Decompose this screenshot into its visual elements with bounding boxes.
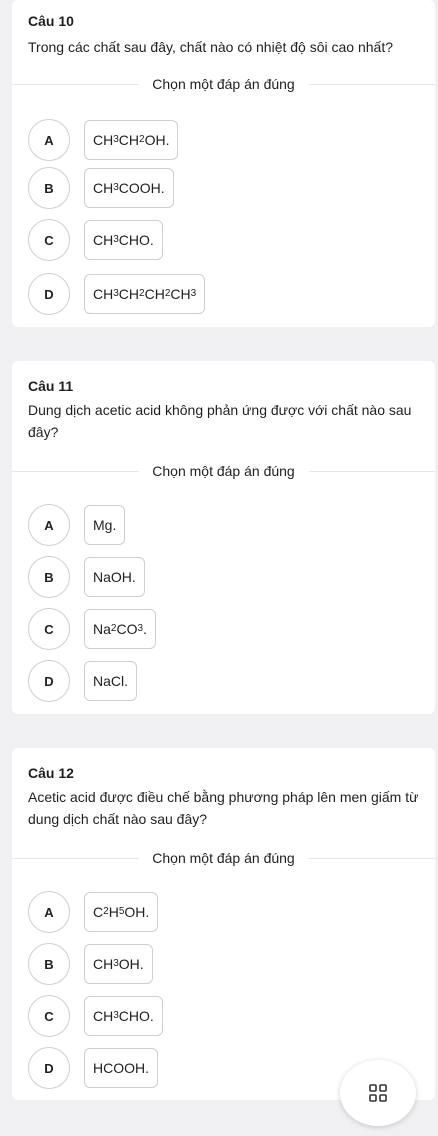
question-grid-button[interactable] <box>340 1060 416 1126</box>
option-d[interactable]: D CH 3 CH 2 CH 2 CH 3 <box>28 272 206 316</box>
option-d[interactable]: D HCOOH. <box>28 1046 158 1090</box>
choose-answer-label: Chọn một đáp án đúng <box>138 463 309 479</box>
option-a[interactable]: A CH 3 CH 2 OH. <box>28 118 179 162</box>
option-letter: B <box>28 943 70 985</box>
answer-box: C 2 H 5 OH. <box>84 892 159 932</box>
option-letter: D <box>28 1047 70 1089</box>
question-card-12: Câu 12 Acetic acid được điều chế bằng ph… <box>12 748 435 1100</box>
option-letter: A <box>28 504 70 546</box>
option-letter: C <box>28 219 70 261</box>
option-letter: D <box>28 660 70 702</box>
question-text: Dung dịch acetic acid không phản ứng đượ… <box>28 402 412 440</box>
option-a[interactable]: A Mg. <box>28 503 126 547</box>
option-letter: A <box>28 891 70 933</box>
grid-icon <box>369 1084 387 1102</box>
option-d[interactable]: D NaCl. <box>28 659 138 703</box>
option-c[interactable]: C CH 3 CHO. <box>28 994 163 1038</box>
answer-box: CH 3 COOH. <box>84 168 174 208</box>
option-b[interactable]: B NaOH. <box>28 555 145 599</box>
option-b[interactable]: B CH 3 COOH. <box>28 166 174 210</box>
answer-box: CH 3 CH 2 OH. <box>84 120 179 160</box>
question-card-11: Câu 11 Dung dịch acetic acid không phản … <box>12 361 435 714</box>
answer-box: CH 3 CHO. <box>84 220 163 260</box>
answer-box: HCOOH. <box>84 1048 158 1088</box>
answer-box: Na 2 CO 3. <box>84 609 156 649</box>
question-text: Trong các chất sau đây, chất nào có nhiệ… <box>28 39 394 55</box>
answer-box: Mg. <box>84 505 126 545</box>
option-letter: B <box>28 167 70 209</box>
choose-answer-label: Chọn một đáp án đúng <box>138 850 309 866</box>
option-letter: B <box>28 556 70 598</box>
answer-box: CH 3 CH 2 CH 2 CH 3 <box>84 274 206 314</box>
option-letter: D <box>28 273 70 315</box>
answer-box: NaOH. <box>84 557 145 597</box>
option-letter: A <box>28 119 70 161</box>
question-title: Câu 12 <box>28 765 74 781</box>
option-c[interactable]: C Na 2 CO 3. <box>28 607 156 651</box>
option-letter: C <box>28 995 70 1037</box>
question-title: Câu 11 <box>28 378 74 394</box>
question-card-10: Câu 10 Trong các chất sau đây, chất nào … <box>12 0 435 327</box>
option-letter: C <box>28 608 70 650</box>
option-c[interactable]: C CH 3 CHO. <box>28 218 163 262</box>
answer-box: CH 3 CHO. <box>84 996 163 1036</box>
question-text: Acetic acid được điều chế bằng phương ph… <box>28 789 419 827</box>
answer-box: NaCl. <box>84 661 138 701</box>
option-a[interactable]: A C 2 H 5 OH. <box>28 890 159 934</box>
answer-box: CH 3 OH. <box>84 944 153 984</box>
option-b[interactable]: B CH 3 OH. <box>28 942 153 986</box>
choose-answer-label: Chọn một đáp án đúng <box>138 76 309 92</box>
question-title: Câu 10 <box>28 13 74 29</box>
